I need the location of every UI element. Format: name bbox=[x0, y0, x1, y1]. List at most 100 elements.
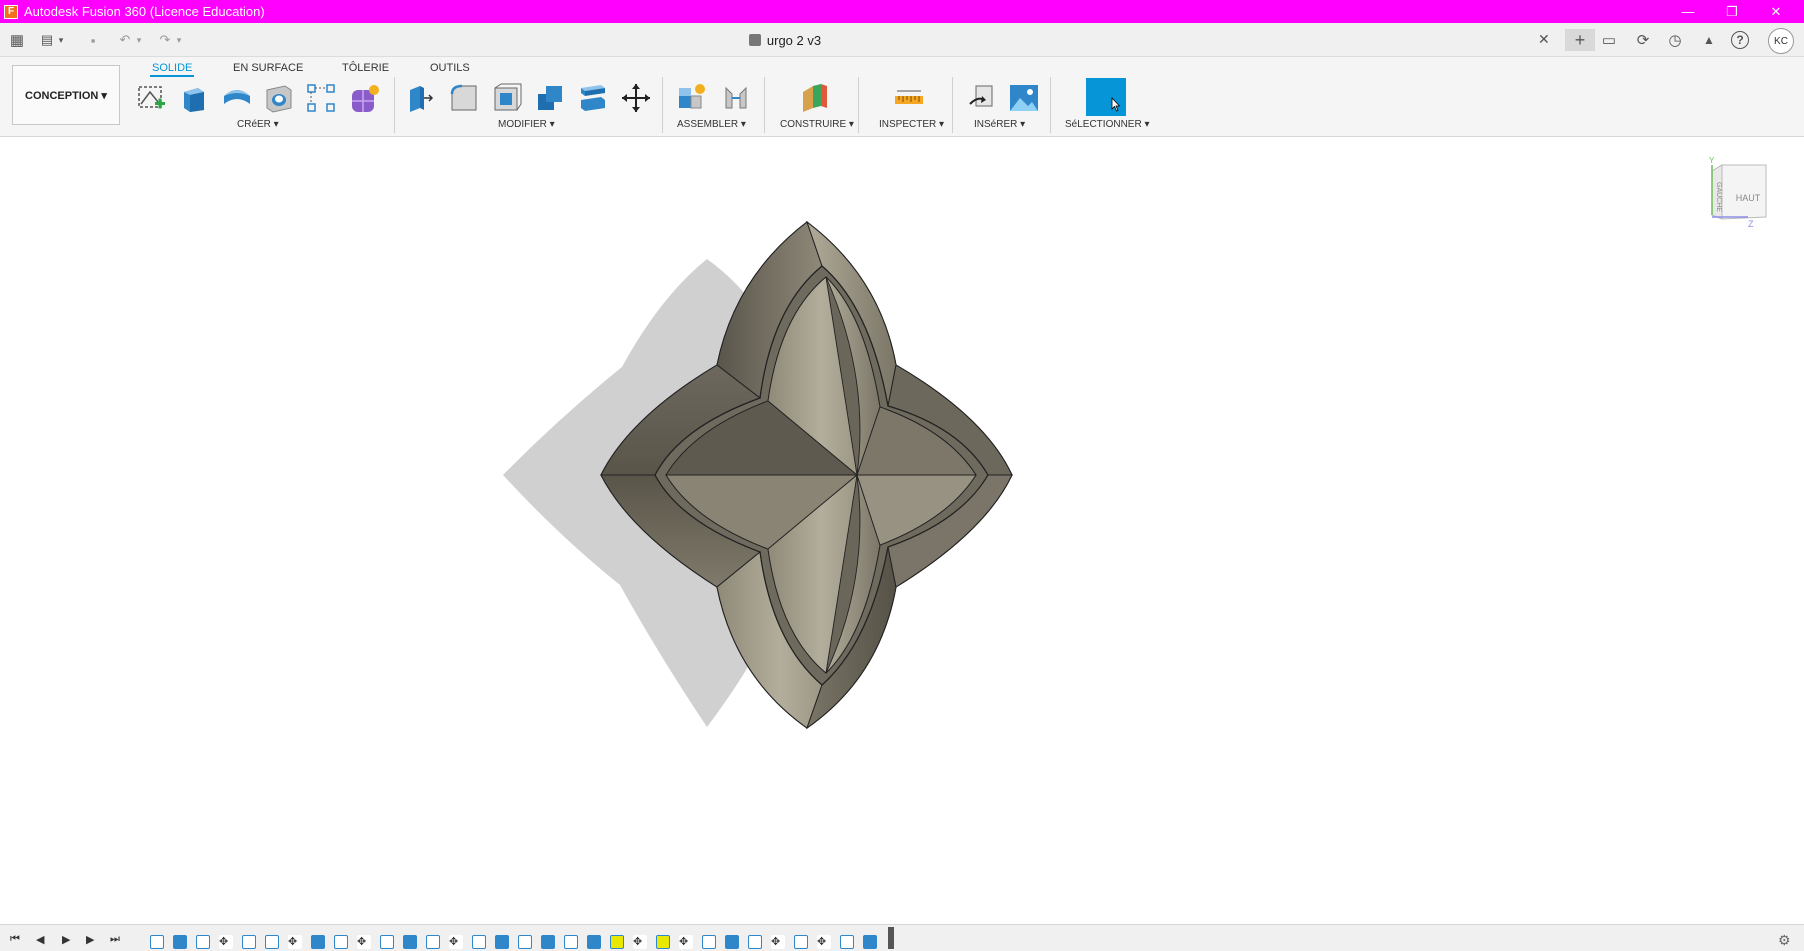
user-avatar[interactable]: KC bbox=[1768, 28, 1794, 54]
ribbon-separator bbox=[1050, 77, 1051, 133]
timeline-feature-sketch-icon[interactable] bbox=[150, 935, 164, 949]
viewcube[interactable]: HAUT GAUCHE Y Z bbox=[1700, 157, 1780, 237]
ribbon-separator bbox=[858, 77, 859, 133]
timeline-feature-extrude-icon[interactable] bbox=[863, 935, 877, 949]
timeline-feature-sketch-icon[interactable] bbox=[840, 935, 854, 949]
timeline-feature-extrude-icon[interactable] bbox=[725, 935, 739, 949]
timeline-feature-move-icon[interactable]: ✥ bbox=[771, 935, 785, 949]
create-sketch-icon[interactable] bbox=[136, 82, 168, 114]
ribbon-separator bbox=[764, 77, 765, 133]
sync-icon[interactable]: ⟳ bbox=[1632, 29, 1654, 51]
measure-icon[interactable] bbox=[893, 82, 925, 114]
comments-icon[interactable]: ▭ bbox=[1598, 29, 1620, 51]
timeline-feature-sketch-icon[interactable] bbox=[748, 935, 762, 949]
timeline-play-button[interactable]: ▶ bbox=[62, 933, 70, 946]
press-pull-icon[interactable] bbox=[404, 82, 436, 114]
timeline-last-button[interactable]: ⏭ bbox=[110, 933, 120, 946]
timeline-feature-extrude-icon[interactable] bbox=[587, 935, 601, 949]
modify-group-label[interactable]: MODIFIER ▾ bbox=[498, 119, 555, 130]
ribbon-separator bbox=[394, 77, 395, 133]
timeline-next-button[interactable]: ▶ bbox=[86, 933, 94, 946]
workspace-selector[interactable]: CONCEPTION ▾ bbox=[12, 65, 120, 125]
timeline-feature-move-icon[interactable]: ✥ bbox=[633, 935, 647, 949]
offset-plane-icon[interactable] bbox=[799, 82, 831, 114]
close-document-button[interactable]: ✕ bbox=[1538, 31, 1550, 48]
job-status-icon[interactable]: ◷ bbox=[1664, 29, 1686, 51]
timeline-feature-move-icon[interactable]: ✥ bbox=[288, 935, 302, 949]
timeline-feature-sketch-icon[interactable] bbox=[656, 935, 670, 949]
timeline-feature-sketch-icon[interactable] bbox=[518, 935, 532, 949]
timeline-first-button[interactable]: ⏮ bbox=[10, 933, 20, 946]
notifications-icon[interactable]: ▲ bbox=[1698, 29, 1720, 51]
tab-surface[interactable]: EN SURFACE bbox=[231, 59, 305, 77]
help-icon[interactable]: ? bbox=[1731, 31, 1749, 49]
timeline-feature-move-icon[interactable]: ✥ bbox=[219, 935, 233, 949]
timeline-feature-sketch-icon[interactable] bbox=[265, 935, 279, 949]
timeline-feature-move-icon[interactable]: ✥ bbox=[449, 935, 463, 949]
fillet-icon[interactable] bbox=[448, 82, 480, 114]
timeline-feature-move-icon[interactable]: ✥ bbox=[357, 935, 371, 949]
minimize-button[interactable]: — bbox=[1668, 0, 1708, 23]
timeline-feature-sketch-icon[interactable] bbox=[426, 935, 440, 949]
ribbon-separator bbox=[952, 77, 953, 133]
timeline-feature-sketch-icon[interactable] bbox=[794, 935, 808, 949]
pattern-icon[interactable] bbox=[305, 82, 337, 114]
joint-icon[interactable] bbox=[720, 82, 752, 114]
document-icon bbox=[748, 34, 761, 46]
tab-solid[interactable]: SOLIDE bbox=[150, 59, 195, 77]
timeline-feature-extrude-icon[interactable] bbox=[173, 935, 187, 949]
timeline-settings-icon[interactable]: ⚙ bbox=[1778, 932, 1791, 949]
inspect-group-label[interactable]: INSPECTER ▾ bbox=[879, 119, 944, 130]
timeline-feature-sketch-icon[interactable] bbox=[564, 935, 578, 949]
timeline-feature-move-icon[interactable]: ✥ bbox=[679, 935, 693, 949]
new-component-icon[interactable] bbox=[676, 82, 708, 114]
viewcube-top-label: HAUT bbox=[1736, 193, 1761, 203]
shell-icon[interactable] bbox=[491, 82, 523, 114]
tab-sheet-metal[interactable]: TÔLERIE bbox=[340, 59, 391, 77]
revolve-icon[interactable] bbox=[221, 82, 253, 114]
timeline-feature-sketch-icon[interactable] bbox=[380, 935, 394, 949]
timeline-feature-sketch-icon[interactable] bbox=[334, 935, 348, 949]
hole-icon[interactable] bbox=[263, 82, 295, 114]
window-titlebar: F Autodesk Fusion 360 (Licence Education… bbox=[0, 0, 1804, 23]
split-body-icon[interactable] bbox=[577, 82, 609, 114]
timeline-feature-sketch-icon[interactable] bbox=[242, 935, 256, 949]
canvas-viewport[interactable]: HAUT GAUCHE Y Z bbox=[0, 137, 1804, 924]
document-name: urgo 2 v3 bbox=[766, 32, 822, 48]
select-group-label[interactable]: SéLECTIONNER ▾ bbox=[1065, 119, 1149, 130]
timeline-feature-sketch-icon[interactable] bbox=[196, 935, 210, 949]
restore-button[interactable]: ❐ bbox=[1712, 0, 1752, 23]
timeline-feature-sketch-icon[interactable] bbox=[472, 935, 486, 949]
timeline-feature-sketch-icon[interactable] bbox=[610, 935, 624, 949]
timeline-prev-button[interactable]: ◀ bbox=[36, 933, 44, 946]
timeline-feature-extrude-icon[interactable] bbox=[541, 935, 555, 949]
close-window-button[interactable]: ✕ bbox=[1756, 0, 1796, 23]
create-form-icon[interactable] bbox=[349, 82, 381, 114]
timeline-feature-sketch-icon[interactable] bbox=[702, 935, 716, 949]
fusion-logo-icon: F bbox=[4, 4, 18, 19]
new-tab-icon[interactable]: + bbox=[1565, 29, 1595, 51]
tab-tools[interactable]: OUTILS bbox=[428, 59, 472, 77]
combine-icon[interactable] bbox=[534, 82, 566, 114]
timeline-feature-move-icon[interactable]: ✥ bbox=[817, 935, 831, 949]
extrude-icon[interactable] bbox=[178, 82, 210, 114]
toolbar-ribbon: CONCEPTION ▾ SOLIDE EN SURFACE TÔLERIE O… bbox=[0, 57, 1804, 137]
timeline-feature-extrude-icon[interactable] bbox=[495, 935, 509, 949]
insert-group-label[interactable]: INSéRER ▾ bbox=[974, 119, 1025, 130]
axis-y-label: Y bbox=[1709, 157, 1715, 165]
create-group-label[interactable]: CRéER ▾ bbox=[237, 119, 279, 130]
timeline-marker[interactable] bbox=[888, 927, 894, 949]
timeline-bar: ⏮ ◀ ▶ ▶ ⏭ ✥ ✥ ✥ ✥ ✥ ✥ ✥ ✥ ⚙ bbox=[0, 924, 1804, 951]
select-tool-icon[interactable] bbox=[1086, 78, 1126, 116]
assemble-group-label[interactable]: ASSEMBLER ▾ bbox=[677, 119, 746, 130]
construct-group-label[interactable]: CONSTRUIRE ▾ bbox=[780, 119, 854, 130]
timeline-feature-extrude-icon[interactable] bbox=[403, 935, 417, 949]
document-tab[interactable]: urgo 2 v3 bbox=[0, 23, 1570, 57]
timeline-feature-extrude-icon[interactable] bbox=[311, 935, 325, 949]
insert-derive-icon[interactable] bbox=[966, 82, 998, 114]
insert-canvas-icon[interactable] bbox=[1008, 82, 1040, 114]
document-tab-bar: ▦ ▤ ▾ ▪ ↶ ▾ ↷ ▾ urgo 2 v3 ✕ + ▭ ⟳ ◷ ▲ ? … bbox=[0, 23, 1804, 57]
ribbon-separator bbox=[662, 77, 663, 133]
viewcube-left-label: GAUCHE bbox=[1715, 182, 1722, 212]
move-copy-icon[interactable] bbox=[620, 82, 652, 114]
